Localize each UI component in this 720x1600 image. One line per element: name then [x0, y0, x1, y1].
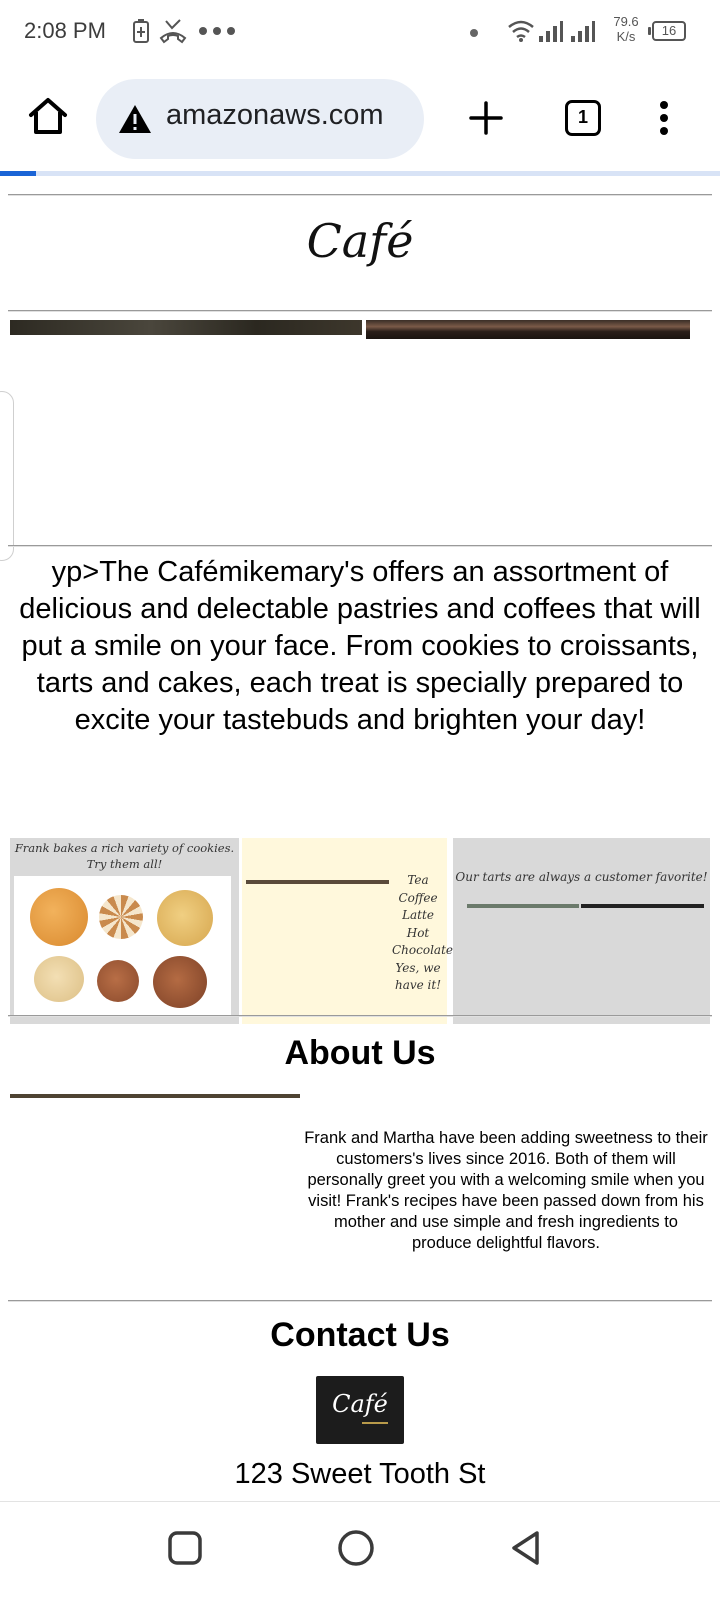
divider: [8, 1300, 712, 1302]
network-speed-value: 79.6: [613, 14, 639, 29]
contact-logo-text: Café: [332, 1390, 388, 1418]
battery-charging-icon: [133, 19, 149, 43]
warning-icon[interactable]: [118, 103, 152, 135]
url-text[interactable]: amazonaws.com: [166, 99, 384, 132]
divider: [8, 310, 712, 312]
cookies-caption: Frank bakes a rich variety of cookies. T…: [14, 841, 235, 871]
about-paragraph: Frank and Martha have been adding sweetn…: [304, 1129, 708, 1252]
divider: [8, 545, 712, 547]
side-panel-handle[interactable]: [0, 391, 14, 561]
browser-toolbar: amazonaws.com 1: [0, 64, 720, 176]
network-speed-unit: K/s: [616, 29, 636, 44]
web-page: Café yp>The Cafémikemary's offers an ass…: [0, 176, 720, 1501]
cookie: [157, 890, 213, 946]
about-image: [10, 1094, 300, 1098]
tarts-image: [581, 904, 704, 908]
contact-heading: Contact Us: [270, 1316, 450, 1354]
new-tab-icon[interactable]: [468, 100, 504, 136]
intro-paragraph: yp>The Cafémikemary's offers an assortme…: [19, 556, 701, 736]
battery-tip: [648, 27, 651, 35]
cookie: [97, 960, 139, 1002]
wifi-icon: [508, 20, 534, 42]
drinks-menu: Tea Coffee Latte Hot Chocolate Yes, we h…: [392, 872, 453, 995]
menu-item: Hot: [406, 925, 430, 940]
back-triangle-icon[interactable]: [506, 1528, 546, 1568]
menu-item: Yes, we: [395, 960, 441, 975]
about-heading: About Us: [284, 1034, 436, 1072]
menu-item: Latte: [402, 908, 434, 922]
feature-panels: Frank bakes a rich variety of cookies. T…: [10, 838, 710, 1024]
divider: [8, 194, 712, 196]
menu-item: have it!: [394, 978, 442, 992]
hero-image-right: [366, 320, 690, 339]
tab-switcher-button[interactable]: 1: [565, 100, 601, 136]
signal-icon: [571, 21, 595, 42]
home-icon[interactable]: [26, 94, 70, 138]
cookie: [30, 888, 88, 946]
system-nav-bar: [0, 1501, 720, 1600]
site-logo: Café: [306, 214, 414, 268]
phone-screen: 2:08 PM 79.6 K/s 16 amazonaws.com 1 Café…: [0, 0, 720, 1600]
menu-item: Coffee: [398, 890, 438, 905]
contact-logo: Café: [316, 1376, 404, 1444]
missed-call-icon: [159, 19, 187, 44]
cookies-panel: Frank bakes a rich variety of cookies. T…: [10, 838, 239, 1024]
hero-image-left: [10, 320, 362, 335]
status-bar: 2:08 PM 79.6 K/s 16: [0, 0, 720, 64]
home-circle-icon[interactable]: [336, 1528, 376, 1568]
divider: [8, 1015, 712, 1017]
more-dots-icon: [199, 27, 235, 35]
contact-logo-underline: [362, 1422, 388, 1424]
tarts-caption: Our tarts are always a customer favorite…: [455, 870, 708, 884]
url-bar[interactable]: amazonaws.com: [96, 79, 424, 159]
cookie: [34, 956, 84, 1002]
tarts-image: [467, 904, 579, 908]
menu-item: Tea: [407, 873, 429, 887]
network-speed: 79.6 K/s: [604, 14, 648, 44]
menu-item: Chocolate: [392, 943, 453, 957]
signal-icon: [539, 21, 563, 42]
cookies-image: [14, 876, 231, 1016]
contact-address: 123 Sweet Tooth St: [234, 1458, 486, 1490]
cookie: [153, 956, 207, 1008]
drinks-image: [246, 880, 389, 884]
recents-square-icon[interactable]: [165, 1528, 205, 1568]
more-menu-icon[interactable]: [650, 100, 678, 136]
cookie: [99, 895, 143, 939]
battery-level: 16: [652, 21, 686, 41]
drinks-panel: Tea Coffee Latte Hot Chocolate Yes, we h…: [242, 838, 453, 1024]
tarts-panel: Our tarts are always a customer favorite…: [453, 838, 710, 1024]
status-time: 2:08 PM: [24, 18, 106, 43]
dot-icon: [470, 29, 478, 37]
